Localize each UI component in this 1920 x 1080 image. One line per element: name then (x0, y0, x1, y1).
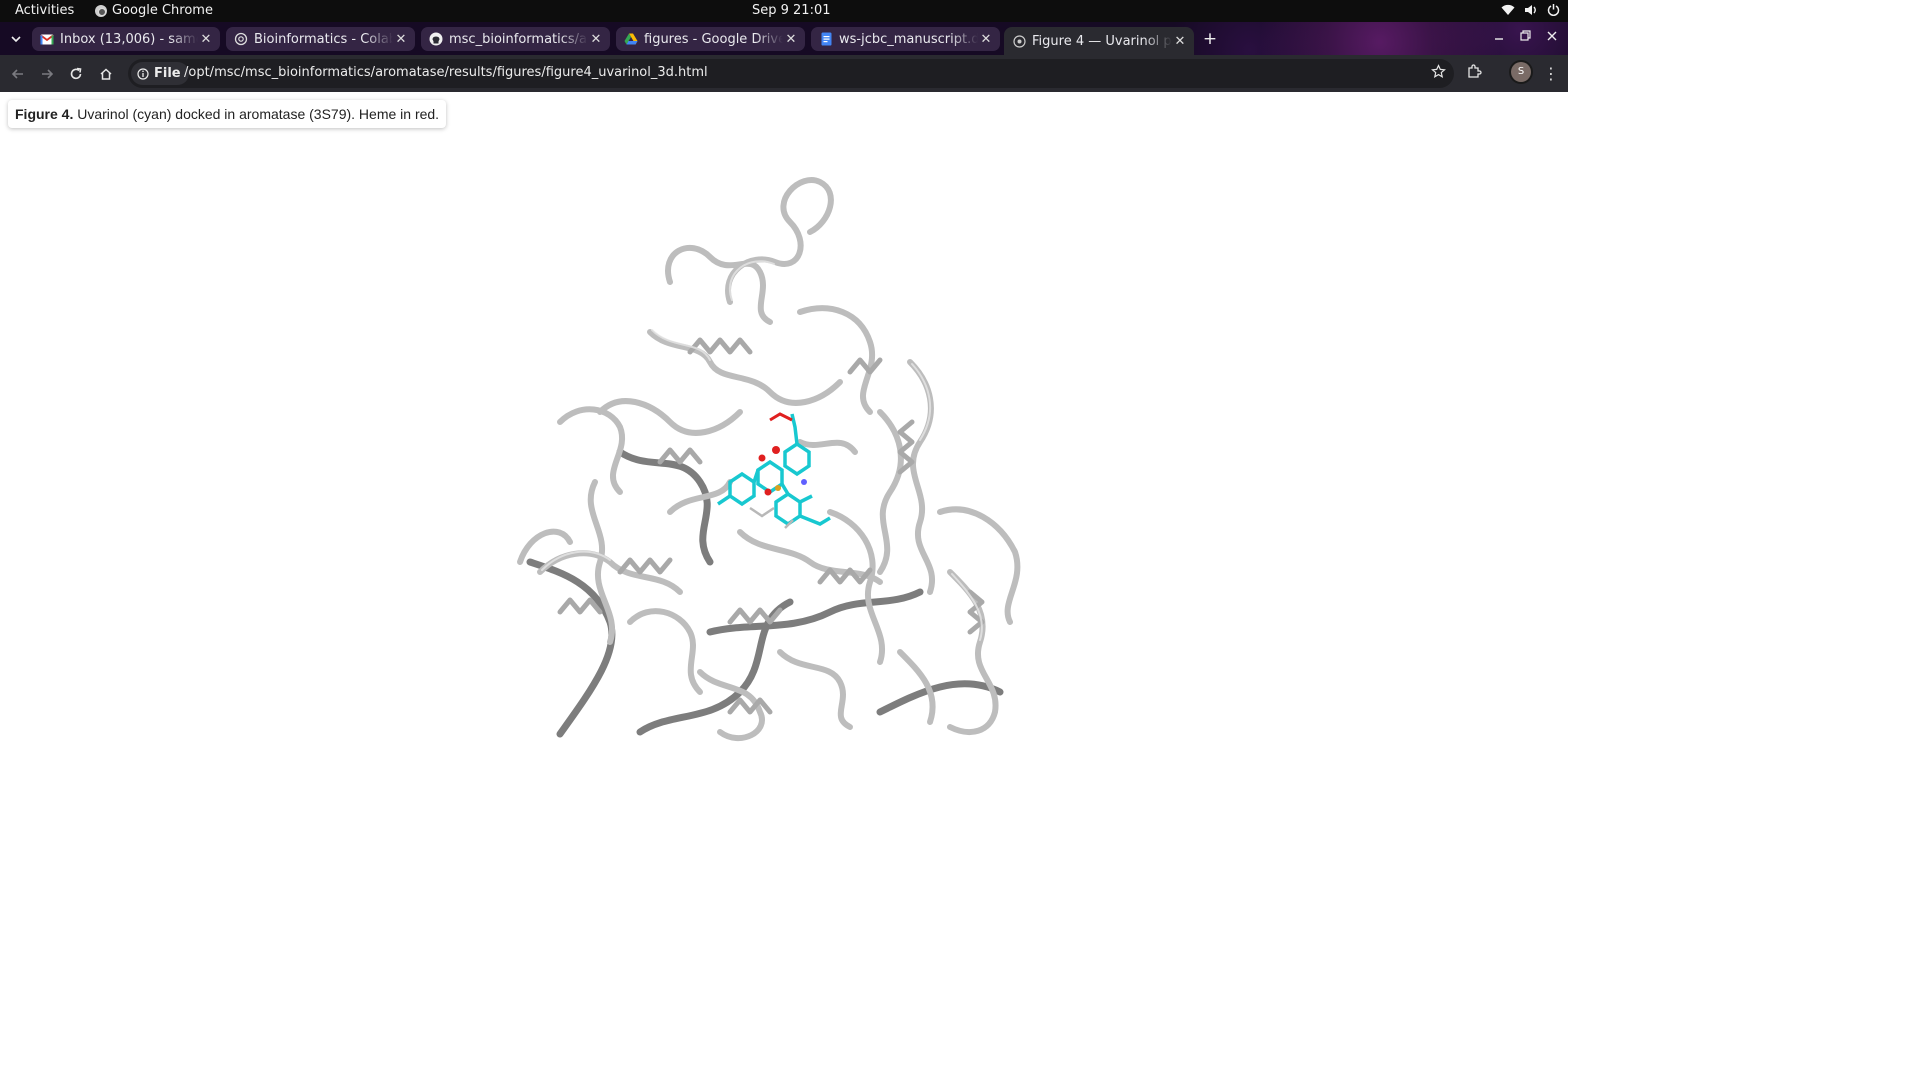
tab-title: msc_bioinformatics/arom (449, 31, 588, 47)
new-tab-button[interactable]: + (1200, 31, 1220, 49)
tab-github[interactable]: msc_bioinformatics/arom ✕ (421, 27, 610, 51)
protein-ribbon (517, 177, 1021, 741)
bookmark-star-icon[interactable] (1431, 64, 1446, 83)
tab-title: Figure 4 — Uvarinol pose (1032, 33, 1172, 49)
chrome-app-icon (95, 4, 107, 17)
extensions-icon[interactable] (1466, 64, 1482, 84)
close-icon[interactable]: ✕ (783, 32, 799, 47)
address-bar[interactable]: File /opt/msc/msc_bioinformatics/aromata… (128, 59, 1454, 88)
chevron-down-icon (11, 35, 21, 42)
tab-drive[interactable]: figures - Google Drive ✕ (616, 27, 805, 51)
activities-button[interactable]: Activities (15, 3, 74, 18)
close-icon[interactable]: ✕ (198, 32, 214, 47)
profile-avatar[interactable]: S (1511, 62, 1531, 82)
info-icon (137, 67, 149, 80)
site-info-label: File (154, 66, 181, 81)
close-window-button[interactable] (1547, 30, 1557, 45)
tab-search-button[interactable] (6, 30, 26, 48)
close-icon[interactable]: ✕ (393, 32, 409, 47)
plus-icon: + (1202, 29, 1218, 49)
tab-title: figures - Google Drive (644, 31, 783, 47)
github-icon (429, 32, 443, 46)
restore-icon (1520, 30, 1531, 41)
globe-icon (1012, 34, 1026, 48)
docs-icon (819, 32, 833, 46)
home-button[interactable] (96, 64, 116, 84)
molecule-3d-viewer[interactable] (500, 152, 1040, 752)
tab-strip: Inbox (13,006) - samelse ✕ Bioinformatic… (0, 22, 1568, 55)
gmail-icon (40, 32, 54, 46)
tab-gmail[interactable]: Inbox (13,006) - samelse ✕ (32, 27, 220, 51)
caption-text: Uvarinol (cyan) docked in aromatase (3S7… (73, 106, 440, 122)
browser-toolbar: File /opt/msc/msc_bioinformatics/aromata… (0, 55, 1568, 92)
figure-caption: Figure 4. Uvarinol (cyan) docked in arom… (8, 100, 447, 128)
app-menu[interactable]: Google Chrome (95, 3, 213, 18)
site-info-chip[interactable]: File (131, 62, 189, 85)
tab-title: Bioinformatics - Colab to (254, 31, 393, 47)
close-icon[interactable]: ✕ (1172, 34, 1188, 49)
close-icon[interactable]: ✕ (978, 32, 994, 47)
wifi-icon[interactable] (1501, 4, 1515, 16)
tab-title: ws-jcbc_manuscript.docx (839, 31, 978, 47)
caption-label: Figure 4. (15, 106, 74, 122)
tab-colab[interactable]: Bioinformatics - Colab to ✕ (226, 27, 415, 51)
url-text[interactable]: /opt/msc/msc_bioinformatics/aromatase/re… (184, 65, 708, 80)
more-menu-icon[interactable]: ⋮ (1543, 64, 1559, 83)
tab-docs[interactable]: ws-jcbc_manuscript.docx ✕ (811, 27, 1000, 51)
reload-icon (70, 67, 82, 80)
minimize-button[interactable] (1494, 30, 1504, 45)
app-name: Google Chrome (112, 3, 213, 18)
system-tray[interactable] (1501, 3, 1560, 16)
minimize-icon (1495, 38, 1503, 40)
uvarinol-ligand (717, 413, 831, 527)
back-button[interactable] (8, 64, 28, 84)
close-icon[interactable]: ✕ (588, 32, 604, 47)
arrow-right-icon (42, 69, 54, 79)
close-icon (1547, 31, 1557, 41)
forward-button[interactable] (37, 64, 57, 84)
tab-figure4[interactable]: Figure 4 — Uvarinol pose ✕ (1004, 27, 1194, 55)
arrow-left-icon (11, 69, 23, 79)
power-icon[interactable] (1547, 3, 1560, 16)
colab-icon (234, 32, 248, 46)
page-content: Figure 4. Uvarinol (cyan) docked in arom… (0, 92, 1568, 882)
restore-button[interactable] (1520, 30, 1531, 45)
drive-icon (624, 32, 638, 46)
reload-button[interactable] (66, 64, 86, 84)
volume-icon[interactable] (1524, 4, 1538, 16)
tab-title: Inbox (13,006) - samelse (60, 31, 198, 47)
home-icon (100, 68, 112, 80)
clock[interactable]: Sep 9 21:01 (752, 3, 831, 18)
system-top-bar: Activities Google Chrome Sep 9 21:01 (0, 0, 1568, 22)
